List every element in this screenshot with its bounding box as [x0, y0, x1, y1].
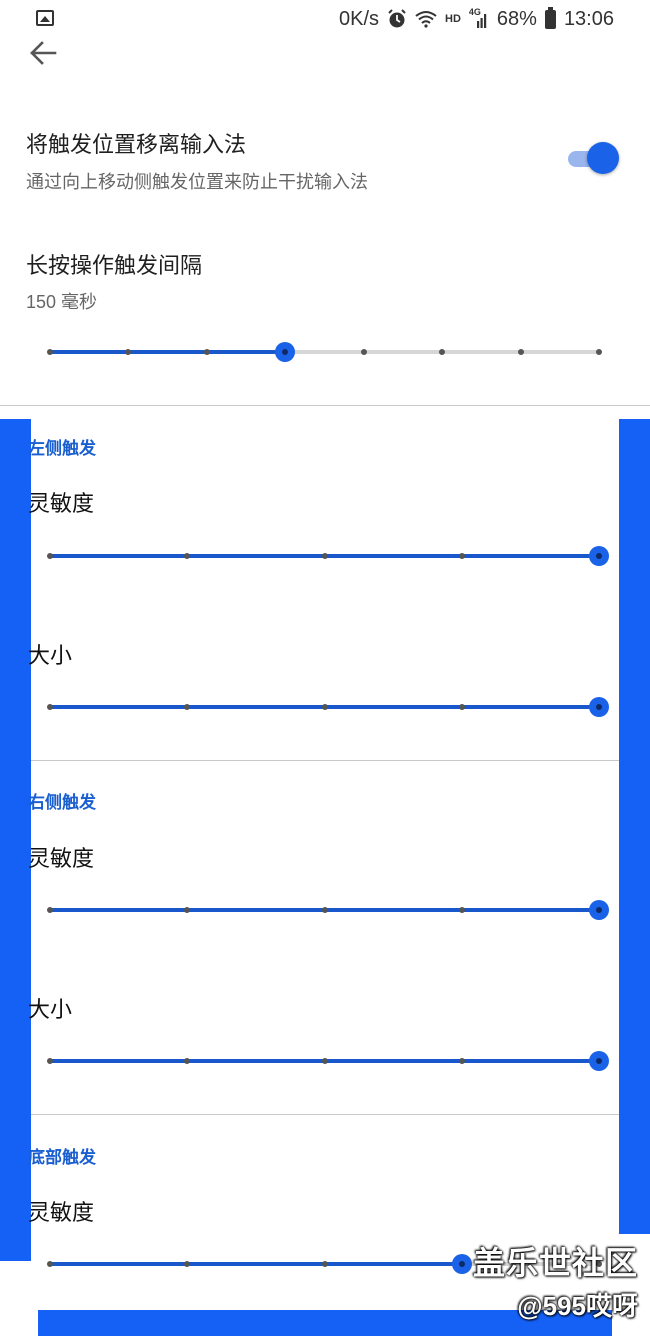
long-press-title: 长按操作触发间隔 [26, 253, 203, 278]
divider [31, 1114, 619, 1115]
slider-tick [321, 704, 328, 710]
move-trigger-subtitle: 通过向上移动侧触发位置来防止干扰输入法 [26, 172, 368, 192]
right-sensitivity-slider[interactable] [47, 895, 609, 925]
slider-tick [184, 704, 191, 710]
section-header-right: 右侧触发 [28, 793, 96, 812]
slider-tick [184, 907, 191, 913]
slider-tick [360, 349, 367, 355]
move-trigger-toggle[interactable] [566, 142, 620, 176]
left-size-label: 大小 [28, 643, 73, 668]
slider-tick [47, 1058, 53, 1064]
overlay-left-bar [0, 419, 31, 1261]
slider-tick [47, 553, 53, 559]
slider-tick [47, 907, 53, 913]
hd-label: HD [445, 13, 461, 25]
slider-tick [458, 1058, 465, 1064]
watermark-user: @595哎呀 [517, 1291, 638, 1321]
battery-icon [544, 6, 556, 29]
slider-tick [321, 553, 328, 559]
slider-tick [458, 704, 465, 710]
clock: 13:06 [563, 7, 614, 30]
slider-thumb[interactable] [275, 342, 296, 362]
section-header-bottom: 底部触发 [28, 1148, 96, 1167]
image-icon [36, 10, 54, 26]
slider-tick [458, 553, 465, 559]
back-arrow-icon [30, 41, 57, 65]
slider-thumb[interactable] [451, 1254, 472, 1274]
section-header-left: 左侧触发 [28, 439, 96, 458]
slider-tick [125, 349, 132, 355]
slider-tick [321, 1261, 328, 1267]
right-size-slider[interactable] [47, 1046, 609, 1076]
right-size-label: 大小 [28, 997, 73, 1022]
slider-fill [50, 350, 286, 354]
slider-thumb[interactable] [589, 546, 609, 566]
slider-tick [184, 553, 191, 559]
watermark-community: 盖乐世社区 [472, 1245, 638, 1281]
slider-tick [439, 349, 446, 355]
status-right-group: 0K/s HD 4G 68% 13:06 [339, 6, 614, 32]
slider-thumb[interactable] [589, 900, 609, 920]
wifi-icon [415, 11, 437, 28]
long-press-slider[interactable] [47, 337, 602, 367]
left-sensitivity-label: 灵敏度 [28, 491, 95, 516]
slider-tick [321, 1058, 328, 1064]
net-speed: 0K/s [338, 7, 380, 30]
slider-tick [517, 349, 524, 355]
back-button[interactable] [28, 38, 62, 68]
status-bar: 0K/s HD 4G 68% 13:06 [0, 0, 650, 36]
divider [31, 760, 619, 761]
slider-tick [203, 349, 210, 355]
move-trigger-title: 将触发位置移离输入法 [26, 132, 247, 157]
bottom-sensitivity-label: 灵敏度 [28, 1200, 95, 1225]
slider-tick [184, 1058, 191, 1064]
divider [0, 405, 650, 406]
slider-tick [47, 704, 53, 710]
slider-tick [321, 907, 328, 913]
battery-percent: 68% [496, 7, 537, 30]
slider-tick [47, 1261, 53, 1267]
toggle-thumb [587, 142, 619, 174]
right-sensitivity-label: 灵敏度 [28, 846, 95, 871]
slider-tick [47, 349, 53, 355]
long-press-value: 150 毫秒 [26, 292, 98, 312]
overlay-right-bar [619, 419, 650, 1234]
slider-tick [458, 907, 465, 913]
signal-icon: 4G [469, 7, 489, 29]
alarm-icon [388, 9, 406, 28]
slider-fill [50, 1262, 462, 1266]
slider-thumb[interactable] [589, 697, 609, 717]
left-size-slider[interactable] [47, 692, 609, 722]
slider-tick [184, 1261, 191, 1267]
left-sensitivity-slider[interactable] [47, 541, 609, 571]
slider-tick [596, 349, 602, 355]
slider-thumb[interactable] [589, 1051, 609, 1071]
